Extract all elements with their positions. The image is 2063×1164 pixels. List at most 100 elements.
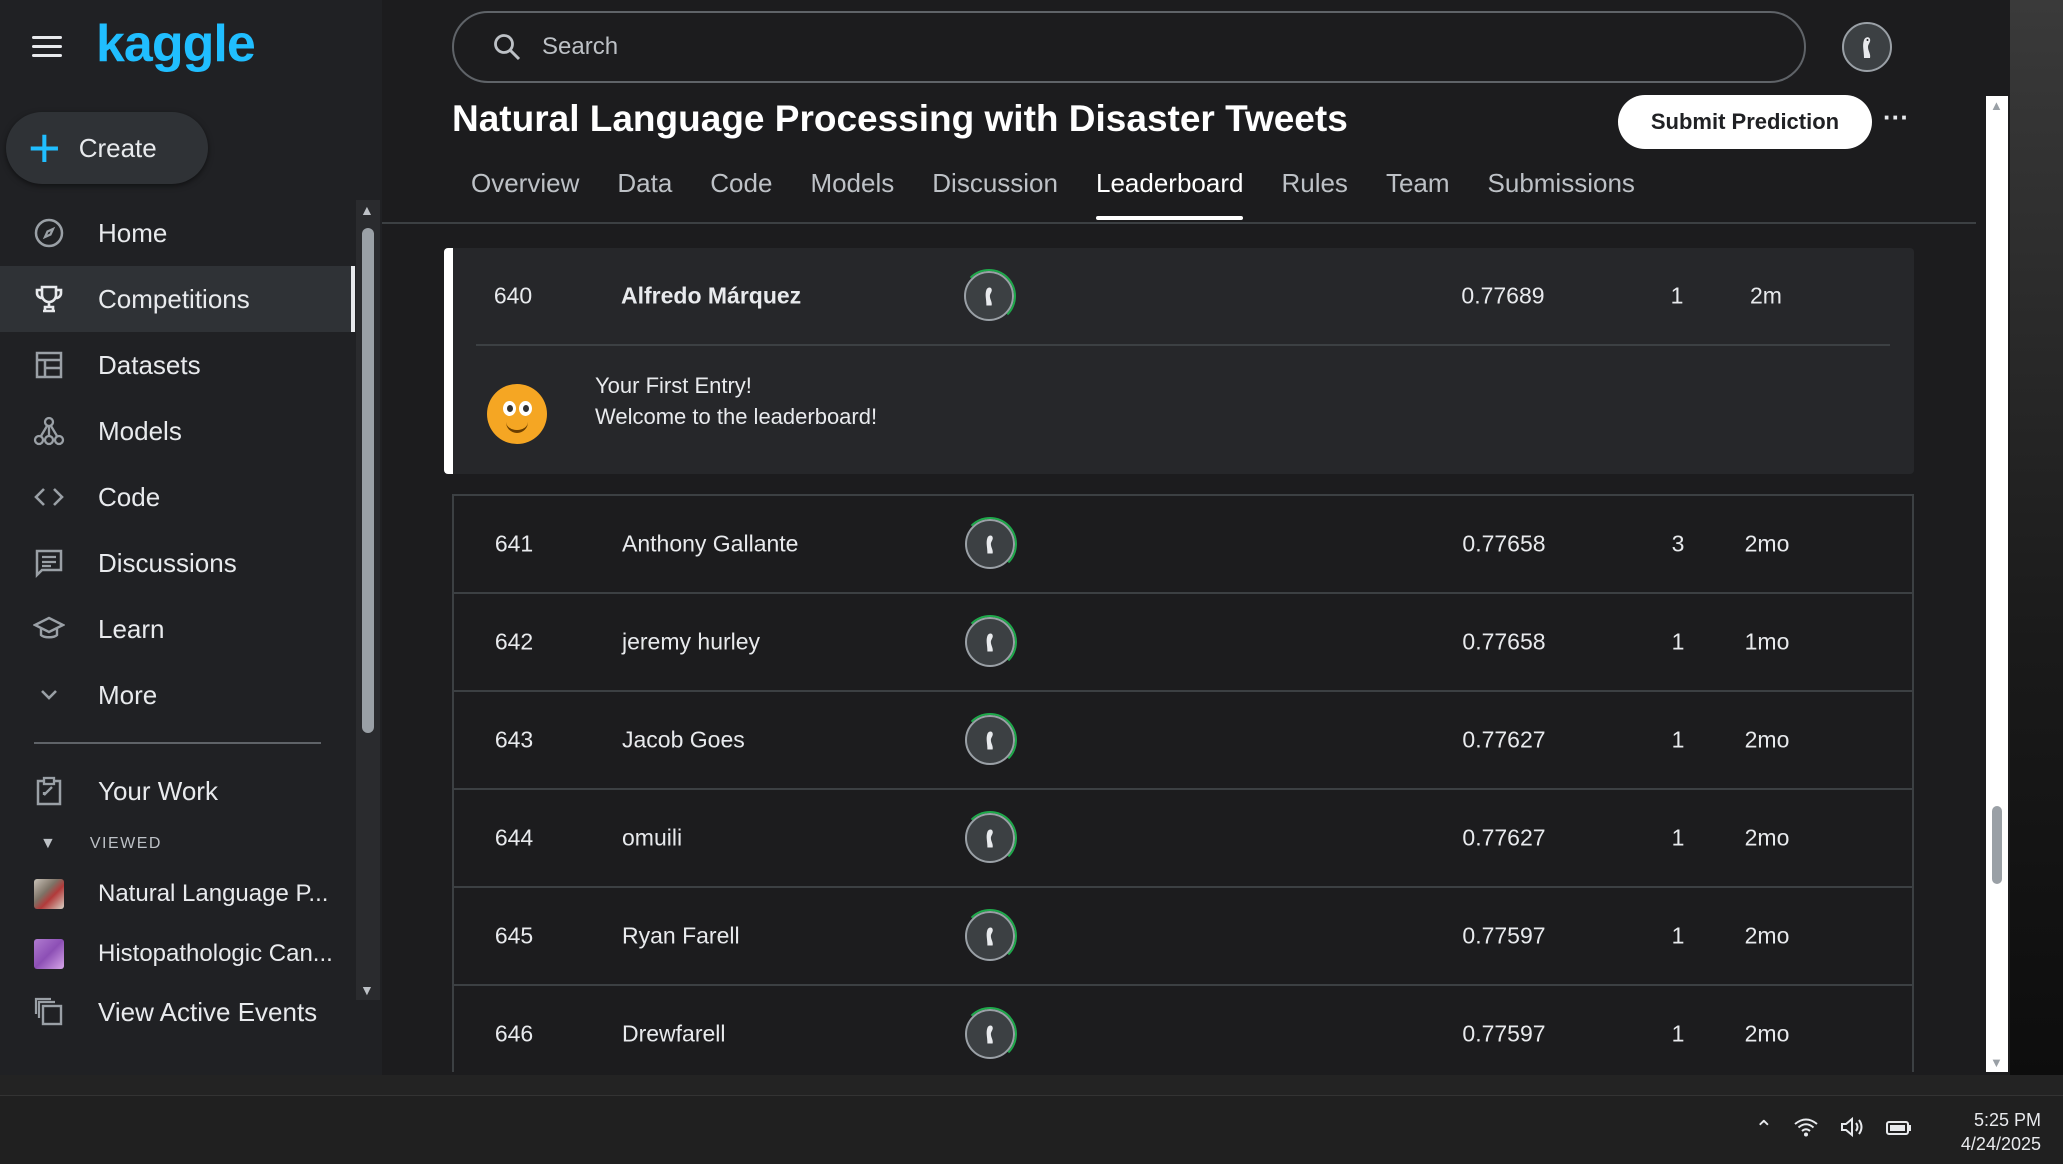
- sidebar-item-home[interactable]: Home: [0, 200, 355, 266]
- main-scrollbar[interactable]: ▲ ▼: [1986, 96, 2008, 1072]
- models-icon: [32, 415, 66, 447]
- table-row[interactable]: 641 Anthony Gallante 0.77658 3 2mo: [454, 496, 1912, 594]
- entries: 3: [1671, 530, 1685, 557]
- table-row[interactable]: 643 Jacob Goes 0.77627 1 2mo: [454, 692, 1912, 790]
- sidebar-item-datasets[interactable]: Datasets: [0, 332, 355, 398]
- team-avatar[interactable]: [962, 269, 1016, 323]
- chevron-up-icon[interactable]: ⌃: [1755, 1116, 1773, 1144]
- wifi-icon[interactable]: [1793, 1116, 1819, 1144]
- desktop-background: [2010, 0, 2063, 1075]
- scrollbar-thumb[interactable]: [1992, 806, 2002, 884]
- tab-code[interactable]: Code: [691, 168, 791, 222]
- create-button[interactable]: + Create: [6, 112, 208, 184]
- team-avatar[interactable]: [963, 615, 1017, 669]
- team-avatar[interactable]: [963, 517, 1017, 571]
- sidebar-scrollbar[interactable]: ▲ ▼: [356, 200, 380, 1000]
- chevron-down-icon: [32, 679, 66, 711]
- team-name[interactable]: Drewfarell: [622, 1021, 726, 1048]
- entries: 1: [1671, 628, 1685, 655]
- last-submission: 2mo: [1744, 824, 1790, 851]
- viewed-item-histopathologic[interactable]: Histopathologic Can...: [0, 924, 355, 984]
- taskbar: ⌃ 5:25 PM 4/24/2025: [0, 1095, 2063, 1164]
- last-submission: 2mo: [1744, 1020, 1790, 1047]
- search-bar[interactable]: [452, 11, 1806, 83]
- scrollbar-thumb[interactable]: [362, 228, 374, 733]
- desktop-strip: [0, 1075, 2063, 1095]
- search-input[interactable]: [540, 32, 1744, 62]
- tab-team[interactable]: Team: [1367, 168, 1469, 222]
- score: 0.77658: [1462, 530, 1546, 557]
- team-name[interactable]: Ryan Farell: [622, 923, 740, 950]
- goose-avatar-icon: [986, 633, 993, 652]
- team-avatar[interactable]: [963, 811, 1017, 865]
- sidebar-item-models[interactable]: Models: [0, 398, 355, 464]
- tab-data[interactable]: Data: [598, 168, 691, 222]
- sidebar-item-discussions[interactable]: Discussions: [0, 530, 355, 596]
- team-avatar[interactable]: [963, 909, 1017, 963]
- team-name[interactable]: Jacob Goes: [622, 727, 745, 754]
- tab-rules[interactable]: Rules: [1262, 168, 1366, 222]
- system-tray: ⌃: [1755, 1116, 1913, 1144]
- rank: 640: [493, 282, 533, 309]
- sidebar-item-competitions[interactable]: Competitions: [0, 266, 355, 332]
- menu-icon[interactable]: [32, 36, 62, 58]
- tab-submissions[interactable]: Submissions: [1469, 168, 1654, 222]
- goose-avatar-icon: [985, 287, 992, 306]
- team-avatar[interactable]: [963, 1007, 1017, 1061]
- sidebar: kaggle + Create Home Competitions Datase…: [0, 0, 382, 1075]
- sidebar-item-view-active-events[interactable]: View Active Events: [0, 984, 355, 1040]
- viewed-item-nlp[interactable]: Natural Language P...: [0, 864, 355, 924]
- goose-avatar-icon: [986, 829, 993, 848]
- volume-icon[interactable]: [1839, 1116, 1865, 1144]
- taskbar-clock[interactable]: 5:25 PM 4/24/2025: [1961, 1108, 2041, 1156]
- team-avatar[interactable]: [963, 713, 1017, 767]
- entries: 1: [1671, 922, 1685, 949]
- viewed-section-toggle[interactable]: ▼ VIEWED: [0, 824, 355, 864]
- goose-avatar-icon: [986, 535, 993, 554]
- last-submission: 2mo: [1744, 726, 1790, 753]
- scroll-up-arrow-icon[interactable]: ▲: [360, 202, 374, 218]
- rank: 642: [494, 628, 534, 655]
- table-row[interactable]: 646 Drewfarell 0.77597 1 2mo: [454, 986, 1912, 1072]
- team-name[interactable]: Alfredo Márquez: [621, 283, 801, 310]
- sidebar-item-label: Learn: [98, 613, 165, 644]
- user-avatar[interactable]: [1842, 22, 1892, 72]
- leaderboard-table: 641 Anthony Gallante 0.77658 3 2mo 642 j…: [452, 494, 1914, 1072]
- sidebar-item-more[interactable]: More: [0, 662, 355, 728]
- scroll-up-arrow-icon[interactable]: ▲: [1990, 98, 2003, 113]
- entry-divider: [476, 344, 1890, 346]
- my-entry-card: 640 Alfredo Márquez 0.77689 1 2m Your Fi…: [444, 248, 1914, 474]
- sidebar-item-label: Discussions: [98, 547, 237, 578]
- sidebar-item-code[interactable]: Code: [0, 464, 355, 530]
- team-name[interactable]: Anthony Gallante: [622, 531, 798, 558]
- submit-prediction-button[interactable]: Submit Prediction: [1618, 95, 1872, 149]
- sidebar-divider: [34, 742, 321, 744]
- table-row[interactable]: 642 jeremy hurley 0.77658 1 1mo: [454, 594, 1912, 692]
- create-label: Create: [78, 132, 157, 163]
- table-row[interactable]: 645 Ryan Farell 0.77597 1 2mo: [454, 888, 1912, 986]
- battery-icon[interactable]: [1885, 1116, 1913, 1144]
- sidebar-item-learn[interactable]: Learn: [0, 596, 355, 662]
- tab-leaderboard[interactable]: Leaderboard: [1077, 168, 1262, 222]
- scroll-down-arrow-icon[interactable]: ▼: [1990, 1055, 2003, 1070]
- team-name[interactable]: jeremy hurley: [622, 629, 760, 656]
- sidebar-item-label: Your Work: [98, 775, 218, 806]
- table-row[interactable]: 644 omuili 0.77627 1 2mo: [454, 790, 1912, 888]
- tab-discussion[interactable]: Discussion: [913, 168, 1077, 222]
- rank: 641: [494, 530, 534, 557]
- kaggle-logo[interactable]: kaggle: [96, 14, 256, 74]
- tabs-divider: [382, 222, 1976, 224]
- code-icon: [32, 481, 66, 513]
- sidebar-item-label: Datasets: [98, 349, 201, 380]
- tab-overview[interactable]: Overview: [452, 168, 598, 222]
- scroll-down-arrow-icon[interactable]: ▼: [360, 982, 374, 998]
- sidebar-item-label: View Active Events: [98, 996, 318, 1027]
- message-line: Your First Entry!: [595, 373, 752, 398]
- tab-models[interactable]: Models: [791, 168, 913, 222]
- team-name[interactable]: omuili: [622, 825, 682, 852]
- sidebar-item-your-work[interactable]: Your Work: [0, 758, 355, 824]
- smiley-icon: [487, 384, 547, 444]
- more-options-icon[interactable]: ···: [1880, 104, 1912, 138]
- entries: 1: [1671, 726, 1685, 753]
- my-entry-row[interactable]: 640 Alfredo Márquez 0.77689 1 2m: [453, 248, 1913, 344]
